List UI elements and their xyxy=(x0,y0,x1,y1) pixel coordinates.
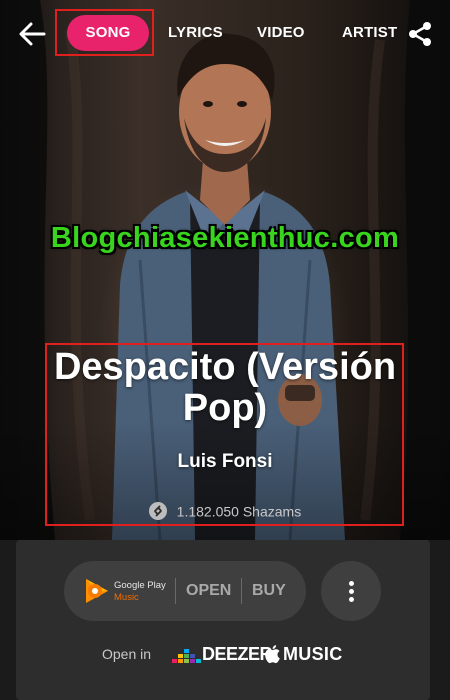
shazam-count-row: 1.182.050 Shazams xyxy=(0,499,450,521)
google-play-music-icon xyxy=(86,579,108,603)
arrow-left-icon xyxy=(19,22,46,46)
apple-music-link[interactable]: MUSIC xyxy=(283,644,343,665)
deezer-link[interactable]: DEEZER xyxy=(202,644,273,665)
song-title: Despacito (Versión Pop) xyxy=(53,346,397,429)
pill-divider xyxy=(175,578,176,604)
open-in-label: Open in xyxy=(102,646,152,662)
tab-artist[interactable]: ARTIST xyxy=(342,15,400,51)
share-button[interactable] xyxy=(406,20,434,48)
more-vert-icon xyxy=(349,589,354,594)
watermark-text: Blogchiasekienthuc.com xyxy=(50,222,400,254)
open-button[interactable]: OPEN xyxy=(186,578,231,604)
apple-icon[interactable] xyxy=(264,644,281,664)
artist-name[interactable]: Luis Fonsi xyxy=(0,451,450,473)
back-button[interactable] xyxy=(17,20,47,48)
deezer-icon[interactable] xyxy=(172,647,202,665)
top-nav: SONG LYRICS VIDEO ARTIST xyxy=(0,0,450,68)
shazam-icon xyxy=(148,502,167,521)
more-options-button[interactable] xyxy=(321,561,381,621)
provider-sub: Music xyxy=(114,592,139,603)
provider-name: Google Play xyxy=(114,580,166,591)
tab-song-highlight-box xyxy=(55,9,154,56)
more-vert-icon xyxy=(349,597,354,602)
more-vert-icon xyxy=(349,581,354,586)
pill-divider xyxy=(241,578,242,604)
buy-button[interactable]: BUY xyxy=(252,578,286,604)
tab-lyrics[interactable]: LYRICS xyxy=(168,15,223,51)
shazam-count: 1.182.050 Shazams xyxy=(176,503,302,520)
tab-video[interactable]: VIDEO xyxy=(257,15,305,51)
share-icon xyxy=(409,22,431,46)
